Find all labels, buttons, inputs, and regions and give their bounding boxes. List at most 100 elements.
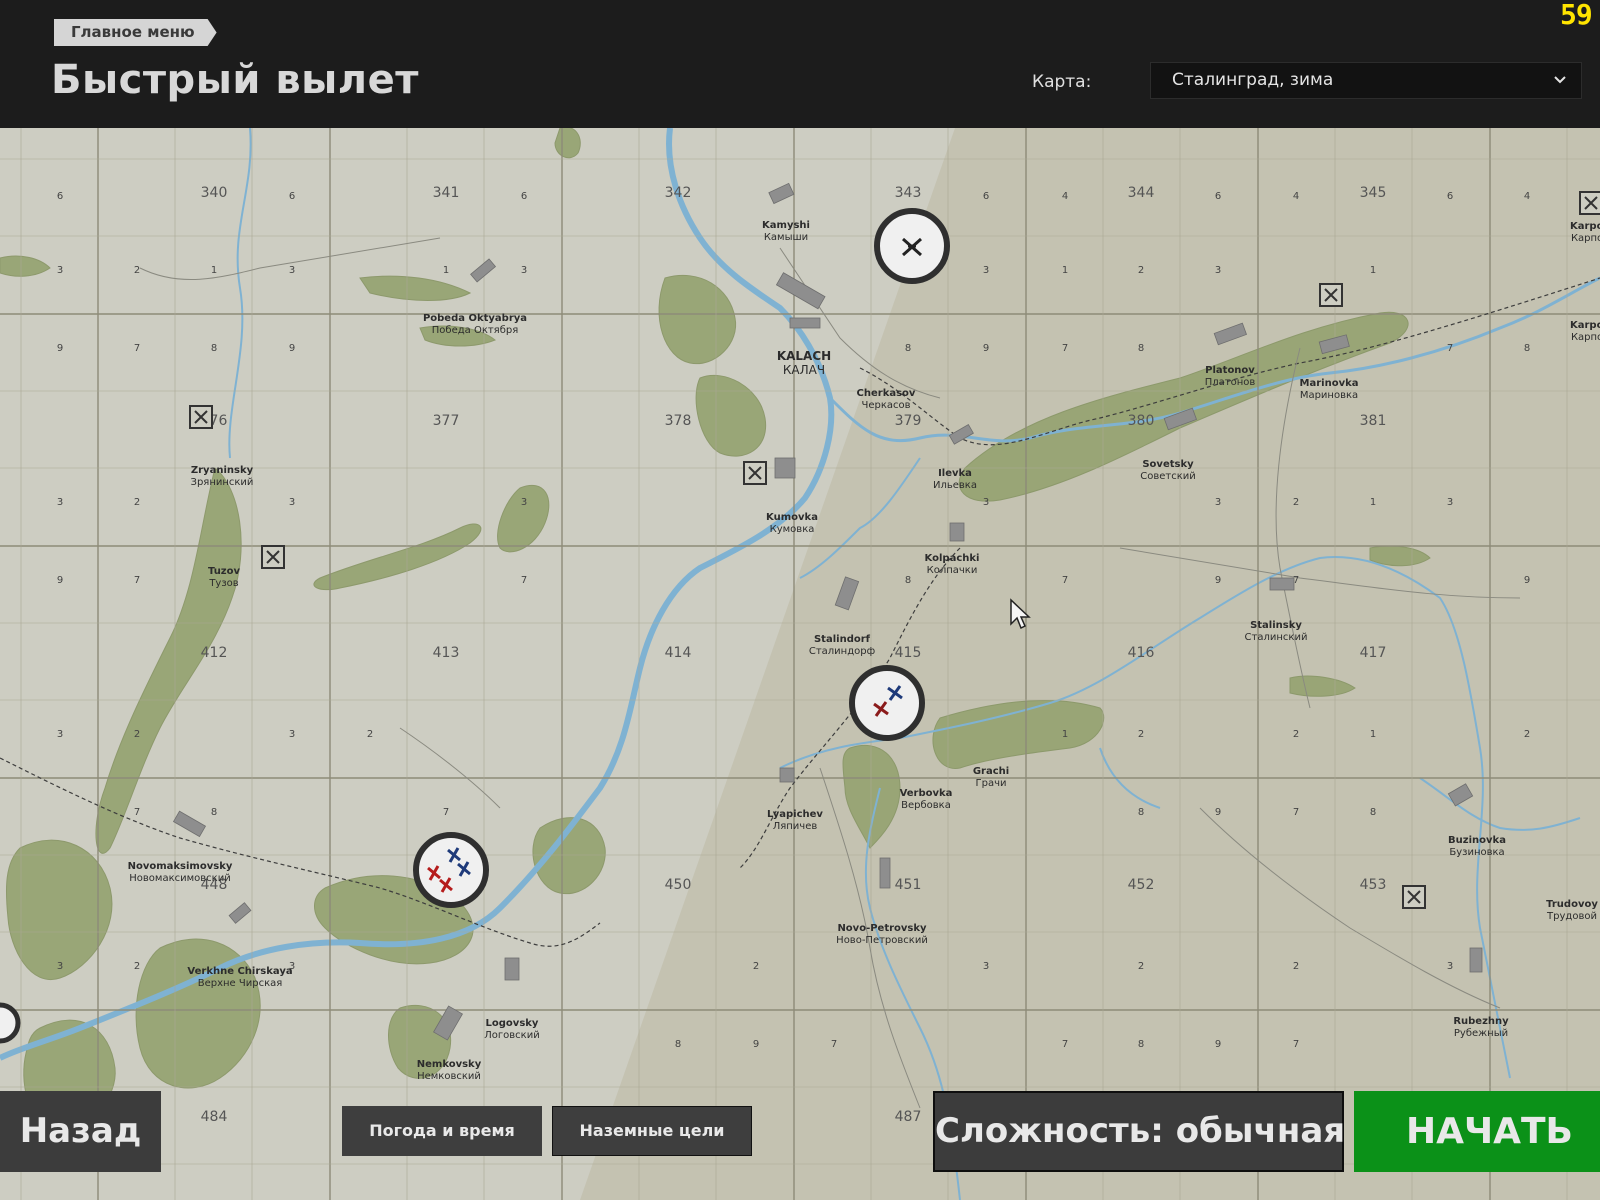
svg-text:3: 3	[521, 497, 527, 508]
svg-text:Cherkasov: Cherkasov	[857, 388, 916, 399]
svg-text:8: 8	[1138, 343, 1144, 354]
svg-text:2: 2	[134, 729, 140, 740]
svg-text:Зрянинский: Зрянинский	[191, 477, 254, 488]
map-select-dropdown[interactable]: Сталинград, зима	[1150, 62, 1582, 99]
svg-text:6: 6	[1447, 191, 1453, 202]
svg-text:414: 414	[665, 645, 692, 661]
svg-text:9: 9	[289, 343, 295, 354]
breadcrumb-main-menu[interactable]: Главное меню	[54, 19, 217, 46]
airfield-icon[interactable]	[1319, 283, 1343, 307]
page-title: Быстрый вылет	[51, 57, 419, 103]
svg-text:3: 3	[521, 265, 527, 276]
svg-text:8: 8	[211, 343, 217, 354]
svg-text:4: 4	[1062, 191, 1068, 202]
svg-text:Новомаксимовский: Новомаксимовский	[129, 873, 230, 884]
svg-text:Колпачки: Колпачки	[927, 565, 978, 576]
svg-text:2: 2	[1138, 265, 1144, 276]
svg-text:Lyapichev: Lyapichev	[767, 809, 823, 820]
svg-text:7: 7	[134, 807, 140, 818]
svg-text:7: 7	[134, 575, 140, 586]
svg-text:378: 378	[665, 413, 692, 429]
flight-group-marker-north[interactable]	[874, 208, 950, 284]
svg-text:Zryaninsky: Zryaninsky	[191, 465, 254, 476]
svg-text:7: 7	[1447, 343, 1453, 354]
svg-text:8: 8	[1370, 807, 1376, 818]
svg-text:345: 345	[1360, 185, 1387, 201]
flight-group-marker-center[interactable]	[849, 665, 925, 741]
svg-text:Грачи: Грачи	[976, 778, 1007, 789]
svg-text:3: 3	[57, 961, 63, 972]
map-select-value: Сталинград, зима	[1172, 70, 1334, 90]
svg-text:3: 3	[57, 265, 63, 276]
difficulty-button[interactable]: Сложность: обычная	[933, 1091, 1345, 1172]
svg-text:413: 413	[433, 645, 460, 661]
back-button[interactable]: Назад	[0, 1091, 161, 1172]
flight-group-marker-edge[interactable]	[0, 1002, 21, 1044]
svg-text:8: 8	[1138, 807, 1144, 818]
svg-text:8: 8	[1138, 1039, 1144, 1050]
svg-text:3: 3	[57, 497, 63, 508]
chevron-down-icon	[1553, 63, 1567, 111]
svg-text:341: 341	[433, 185, 460, 201]
svg-text:Ильевка: Ильевка	[933, 480, 977, 491]
svg-text:7: 7	[443, 807, 449, 818]
svg-text:450: 450	[665, 877, 692, 893]
airfield-icon[interactable]	[743, 461, 767, 485]
svg-text:9: 9	[1215, 807, 1221, 818]
svg-text:2: 2	[1293, 497, 1299, 508]
svg-text:451: 451	[895, 877, 922, 893]
svg-text:Логовский: Логовский	[484, 1030, 539, 1041]
svg-text:484: 484	[201, 1109, 228, 1125]
svg-text:Logovsky: Logovsky	[486, 1018, 539, 1029]
svg-text:Платонов: Платонов	[1205, 377, 1256, 388]
svg-text:2: 2	[134, 497, 140, 508]
svg-text:2: 2	[1293, 961, 1299, 972]
svg-text:Karpov: Karpov	[1570, 221, 1600, 232]
airfield-icon[interactable]	[189, 405, 213, 429]
svg-text:Stalindorf: Stalindorf	[814, 634, 871, 645]
svg-text:340: 340	[201, 185, 228, 201]
svg-text:379: 379	[895, 413, 922, 429]
svg-text:7: 7	[134, 343, 140, 354]
svg-text:Novomaksimovsky: Novomaksimovsky	[128, 861, 233, 872]
svg-text:Kamyshi: Kamyshi	[762, 220, 810, 231]
svg-text:1: 1	[443, 265, 449, 276]
weather-time-button[interactable]: Погода и время	[342, 1106, 542, 1156]
flight-group-marker-southwest[interactable]	[413, 832, 489, 908]
svg-text:Karpov: Karpov	[1570, 320, 1600, 331]
svg-text:415: 415	[895, 645, 922, 661]
svg-text:7: 7	[521, 575, 527, 586]
svg-text:3: 3	[983, 497, 989, 508]
svg-text:416: 416	[1128, 645, 1155, 661]
svg-text:Верхне Чирская: Верхне Чирская	[198, 978, 283, 989]
mission-map[interactable]: 340 341 342 343 344 345 376 377 378 379 …	[0, 128, 1600, 1200]
svg-text:Бузиновка: Бузиновка	[1449, 847, 1504, 858]
svg-text:Nemkovsky: Nemkovsky	[417, 1059, 482, 1070]
svg-text:Marinovka: Marinovka	[1300, 378, 1359, 389]
svg-text:3: 3	[57, 729, 63, 740]
svg-text:2: 2	[1138, 961, 1144, 972]
svg-text:342: 342	[665, 185, 692, 201]
svg-text:412: 412	[201, 645, 228, 661]
svg-text:417: 417	[1360, 645, 1387, 661]
svg-text:1: 1	[1370, 497, 1376, 508]
svg-text:7: 7	[1062, 1039, 1068, 1050]
svg-text:Buzinovka: Buzinovka	[1448, 835, 1506, 846]
ground-targets-button[interactable]: Наземные цели	[552, 1106, 752, 1156]
svg-text:3: 3	[1447, 497, 1453, 508]
svg-text:487: 487	[895, 1109, 922, 1125]
header-bar: Главное меню Быстрый вылет Карта: Сталин…	[0, 0, 1600, 128]
svg-text:Rubezhny: Rubezhny	[1453, 1016, 1509, 1027]
svg-text:Ново-Петровский: Ново-Петровский	[836, 935, 928, 946]
start-button[interactable]: НАЧАТЬ	[1354, 1091, 1600, 1172]
svg-text:377: 377	[433, 413, 460, 429]
svg-text:Trudovoy: Trudovoy	[1546, 899, 1598, 910]
airfield-icon[interactable]	[261, 545, 285, 569]
svg-text:2: 2	[1293, 729, 1299, 740]
svg-text:Sovetsky: Sovetsky	[1142, 459, 1194, 470]
svg-text:7: 7	[1062, 343, 1068, 354]
fps-counter: 59	[1560, 0, 1593, 31]
airfield-icon[interactable]	[1402, 885, 1426, 909]
airfield-icon[interactable]	[1579, 191, 1600, 215]
svg-text:8: 8	[905, 343, 911, 354]
